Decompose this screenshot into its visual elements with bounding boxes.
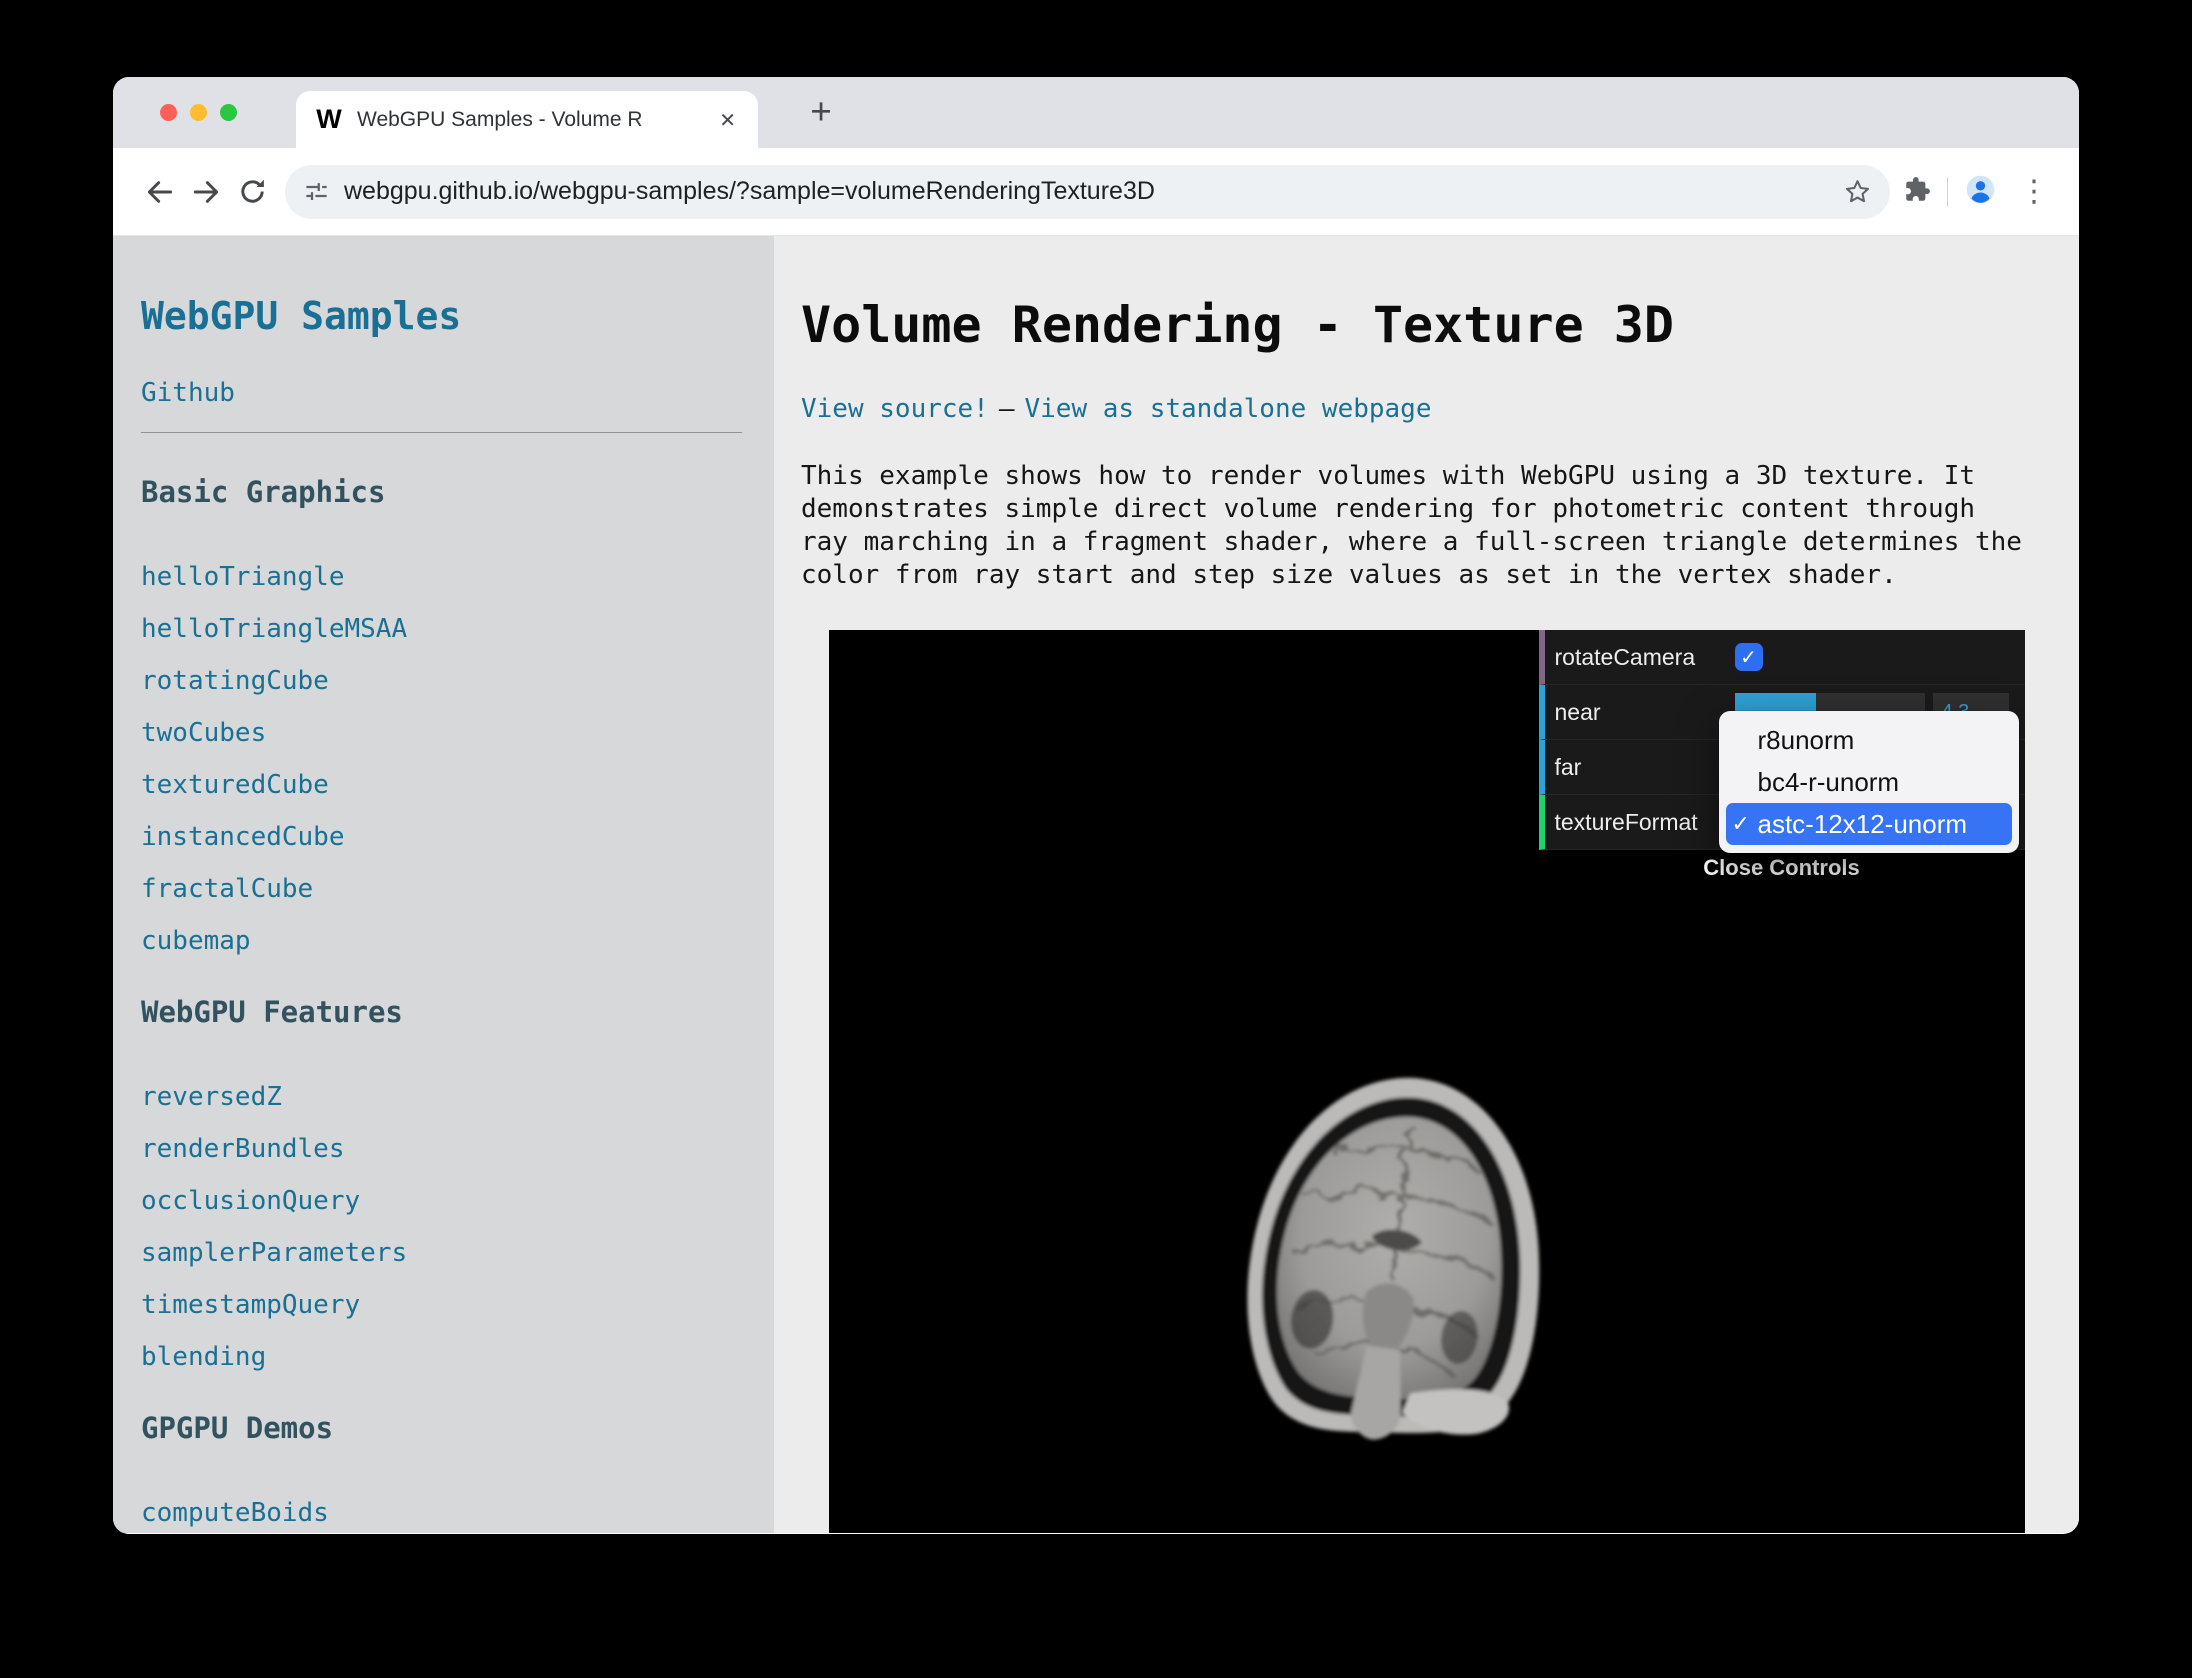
sidebar-nav-basic-graphics: helloTriangle helloTriangleMSAA rotating… [141,551,774,967]
profile-button[interactable] [1964,173,1997,211]
close-controls-button[interactable]: Close Controls [1539,851,2025,885]
sidebar-item-helloTriangleMSAA[interactable]: helloTriangleMSAA [141,603,774,655]
tab-title: WebGPU Samples - Volume R [357,108,715,132]
browser-window: W WebGPU Samples - Volume R ✕ + webgpu.g… [113,77,2079,1534]
sidebar-item-renderBundles[interactable]: renderBundles [141,1123,774,1175]
render-canvas[interactable]: rotateCamera ✓ near 4.3 far [829,630,2025,1533]
webgpu-logo-icon: W [314,104,344,135]
rotate-camera-checkbox[interactable]: ✓ [1735,643,1763,671]
link-separator: — [999,394,1015,424]
sidebar-item-helloTriangle[interactable]: helloTriangle [141,551,774,603]
texture-format-dropdown: r8unorm bc4-r-unorm ✓ astc-12x12-unorm [1719,711,2019,853]
sidebar-link-github[interactable]: Github [141,378,774,408]
back-arrow-icon [144,176,176,208]
reload-button[interactable] [229,169,275,215]
dropdown-option-r8unorm[interactable]: r8unorm [1726,719,2012,761]
site-settings-icon [303,178,330,205]
section-heading-basic-graphics: Basic Graphics [141,475,774,509]
puzzle-icon [1904,176,1931,203]
tab-strip: W WebGPU Samples - Volume R ✕ + [113,77,2079,148]
close-window-button[interactable] [160,104,177,121]
sidebar-item-rotatingCube[interactable]: rotatingCube [141,655,774,707]
section-heading-gpgpu-demos: GPGPU Demos [141,1411,774,1445]
minimize-window-button[interactable] [190,104,207,121]
avatar-icon [1964,173,1997,206]
sidebar-nav-gpgpu-demos: computeBoids [141,1487,774,1533]
traffic-lights [160,104,237,121]
sidebar-title: WebGPU Samples [141,294,774,338]
toolbar-separator [1947,177,1948,207]
dropdown-option-label: astc-12x12-unorm [1758,809,1968,840]
dropdown-option-astc-12x12-unorm[interactable]: ✓ astc-12x12-unorm [1726,803,2012,845]
browser-toolbar: webgpu.github.io/webgpu-samples/?sample=… [113,148,2079,236]
url-input[interactable]: webgpu.github.io/webgpu-samples/?sample=… [285,165,1890,219]
toolbar-right-cluster: ⋮ [1904,173,2055,211]
extensions-button[interactable] [1904,176,1931,208]
gui-row-rotate-camera: rotateCamera ✓ [1539,630,2025,685]
main-content: Volume Rendering - Texture 3D View sourc… [774,236,2079,1533]
gui-row-label: far [1545,754,1735,781]
sidebar-item-fractalCube[interactable]: fractalCube [141,863,774,915]
page-content: WebGPU Samples Github Basic Graphics hel… [113,236,2079,1533]
sidebar-item-instancedCube[interactable]: instancedCube [141,811,774,863]
sidebar-item-samplerParameters[interactable]: samplerParameters [141,1227,774,1279]
sidebar-item-reversedZ[interactable]: reversedZ [141,1071,774,1123]
dropdown-check-icon: ✓ [1726,812,1758,837]
gui-row-label: rotateCamera [1545,644,1735,671]
sidebar-item-computeBoids[interactable]: computeBoids [141,1487,774,1533]
sidebar-item-cubemap[interactable]: cubemap [141,915,774,967]
url-text: webgpu.github.io/webgpu-samples/?sample=… [344,177,1843,206]
sidebar-nav-webgpu-features: reversedZ renderBundles occlusionQuery s… [141,1071,774,1383]
sidebar-item-texturedCube[interactable]: texturedCube [141,759,774,811]
dropdown-option-bc4-r-unorm[interactable]: bc4-r-unorm [1726,761,2012,803]
forward-arrow-icon [190,176,222,208]
links-row: View source! — View as standalone webpage [801,394,2079,424]
gui-row-label: textureFormat [1545,809,1735,836]
sidebar-divider [141,432,742,433]
gui-row-label: near [1545,699,1735,726]
sidebar-item-timestampQuery[interactable]: timestampQuery [141,1279,774,1331]
back-button[interactable] [137,169,183,215]
description-text: This example shows how to render volumes… [801,460,2051,592]
mri-brain-image [1190,1060,1596,1477]
zoom-window-button[interactable] [220,104,237,121]
sidebar-item-blending[interactable]: blending [141,1331,774,1383]
standalone-link[interactable]: View as standalone webpage [1025,394,1432,424]
page-title: Volume Rendering - Texture 3D [801,296,2079,354]
section-heading-webgpu-features: WebGPU Features [141,995,774,1029]
browser-tab[interactable]: W WebGPU Samples - Volume R ✕ [296,91,758,148]
sidebar-item-occlusionQuery[interactable]: occlusionQuery [141,1175,774,1227]
checkmark-icon: ✓ [1740,647,1757,667]
dropdown-option-label: r8unorm [1758,725,1855,756]
menu-button[interactable]: ⋮ [2013,174,2055,209]
forward-button[interactable] [183,169,229,215]
tab-close-icon[interactable]: ✕ [715,106,740,134]
dropdown-option-label: bc4-r-unorm [1758,767,1900,798]
new-tab-button[interactable]: + [799,90,843,134]
bookmark-star-icon[interactable] [1843,177,1872,206]
sidebar-item-twoCubes[interactable]: twoCubes [141,707,774,759]
sidebar: WebGPU Samples Github Basic Graphics hel… [113,236,774,1533]
view-source-link[interactable]: View source! [801,394,989,424]
reload-icon [237,176,268,207]
